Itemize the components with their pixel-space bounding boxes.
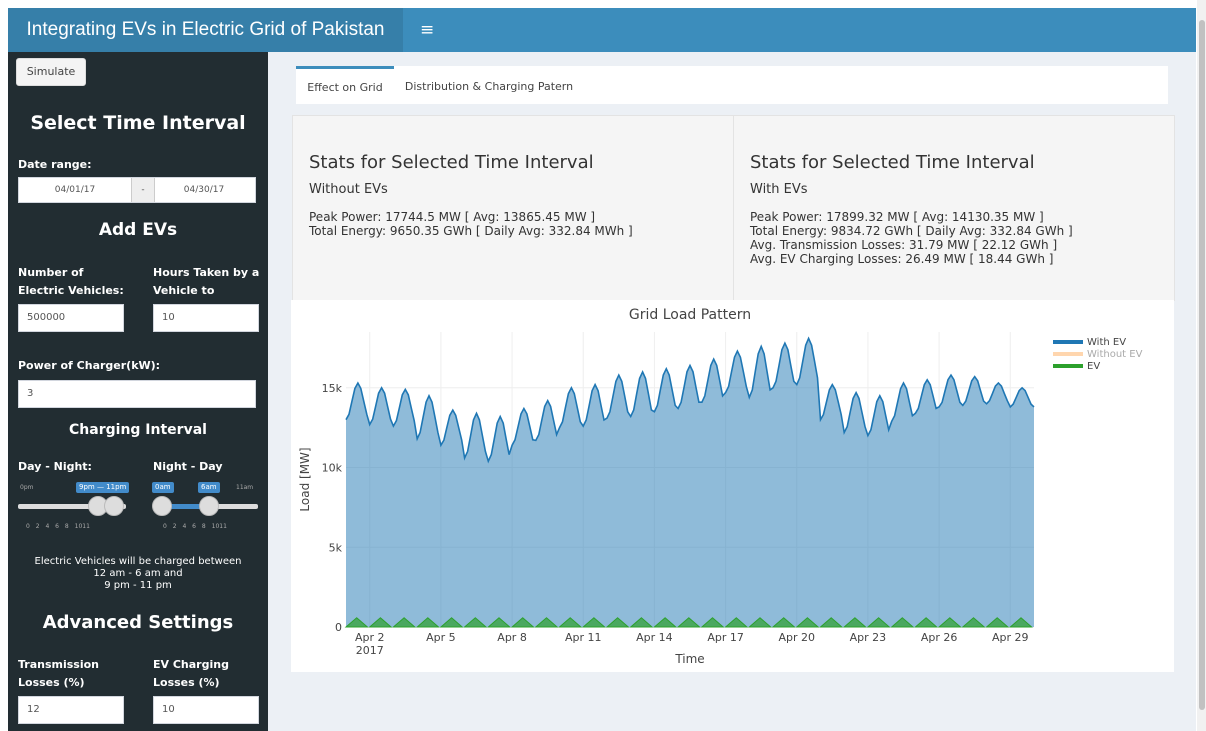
x-tick-label: Apr 29 [992,631,1029,644]
chart-title: Grid Load Pattern [629,307,751,323]
legend-label: EV [1087,361,1100,372]
charging-interval-heading: Charging Interval [69,422,207,438]
dn-slider-handle-to[interactable] [104,496,124,516]
tab-distribution[interactable]: Distribution & Charging Patern [394,66,584,104]
y-tick-label: 5k [329,541,343,554]
num-ev-label: Number of Electric Vehicles: [18,266,124,297]
simulate-button[interactable]: Simulate [16,58,86,86]
trans-loss-input[interactable]: 12 [18,696,124,724]
charging-message-line-2: 12 am - 6 am and [93,568,183,579]
date-range-input: 04/01/17 - 04/30/17 [18,177,256,203]
num-ev-input[interactable]: 500000 [18,304,124,332]
grid-load-chart-panel: Grid Load Pattern 0 5k 10k 15k Apr 2 Apr 5 Apr … [291,300,1174,672]
charging-message-line-3: 9 pm - 11 pm [104,580,172,591]
tab-bar: Effect on Grid Distribution & Charging P… [296,66,1168,104]
stats-without-ev-panel: Stats for Selected Time Interval Without… [292,115,734,301]
y-tick-label: 15k [322,382,343,395]
tab-effect-on-grid[interactable]: Effect on Grid [296,66,394,106]
sidebar: Simulate Select Time Interval Date range… [8,52,268,731]
dn-range-badge: 9pm — 11pm [76,482,130,493]
stats-with-ev-loss: Avg. EV Charging Losses: 26.49 MW [ 18.4… [750,252,1054,266]
x-tick-label: Apr 17 [707,631,744,644]
nd-to-badge: 6am [198,482,220,493]
dn-min-label: 0pm [20,484,34,491]
stats-with-ev-panel: Stats for Selected Time Interval With EV… [733,115,1175,301]
x-tick-label: Apr 14 [636,631,673,644]
night-day-label: Night - Day [153,460,223,473]
y-tick-label: 10k [322,462,343,475]
dn-ticks: 0 2 4 6 8 1011 [26,523,90,530]
stats-without-title: Stats for Selected Time Interval [309,152,594,173]
stats-without-subtitle: Without EVs [309,182,388,197]
charging-message: Electric Vehicles will be charged betwee… [8,556,268,592]
nd-ticks: 0 2 4 6 8 1011 [163,523,227,530]
nd-from-badge: 0am [152,482,174,493]
power-label: Power of Charger(kW): [18,359,161,372]
x-tick-label: Apr 2 [355,631,385,644]
stats-without-peak: Peak Power: 17744.5 MW [ Avg: 13865.45 M… [309,210,596,224]
x-tick-label: Apr 8 [497,631,527,644]
stats-with-subtitle: With EVs [750,182,808,197]
date-range-label: Date range: [18,158,92,171]
x-axis-title: Time [674,652,704,666]
stats-with-title: Stats for Selected Time Interval [750,152,1035,173]
y-tick-label: 0 [335,621,342,634]
add-evs-heading: Add EVs [98,220,178,240]
series-with-ev-area [346,338,1034,627]
main-content: Effect on Grid Distribution & Charging P… [268,52,1196,731]
trans-loss-label: Transmission Losses (%) [18,658,100,689]
nd-max-label: 11am [236,484,254,491]
x-tick-label: Apr 26 [921,631,958,644]
stats-with-energy: Total Energy: 9834.72 GWh [ Daily Avg: 3… [750,224,1073,238]
ev-loss-input[interactable]: 10 [153,696,259,724]
app-title: Integrating EVs in Electric Grid of Paki… [8,8,403,52]
stats-with-trans-loss: Avg. Transmission Losses: 31.79 MW [ 22.… [750,238,1058,252]
hours-input[interactable]: 10 [153,304,259,332]
legend-label: With EV [1087,337,1126,348]
x-tick-label: Apr 20 [778,631,815,644]
x-year-label: 2017 [356,644,384,657]
x-tick-label: Apr 23 [850,631,887,644]
menu-toggle-icon[interactable]: ≡ [420,8,434,52]
select-time-heading: Select Time Interval [30,112,246,134]
x-tick-label: Apr 5 [426,631,456,644]
date-start-input[interactable]: 04/01/17 [19,178,131,202]
stats-with-peak: Peak Power: 17899.32 MW [ Avg: 14130.35 … [750,210,1044,224]
x-tick-label: Apr 11 [565,631,602,644]
y-axis-title: Load [MW] [298,447,312,511]
ev-loss-label: EV Charging Losses (%) [153,658,229,689]
top-navbar: Integrating EVs in Electric Grid of Paki… [8,8,1196,52]
advanced-settings-heading: Advanced Settings [42,612,234,633]
legend-swatch [1053,340,1083,344]
charging-message-line-1: Electric Vehicles will be charged betwee… [34,556,242,567]
power-input[interactable]: 3 [18,380,256,408]
nd-slider-handle-to[interactable] [199,496,219,516]
nd-slider-handle-from[interactable] [152,496,172,516]
legend-label: Without EV [1087,349,1143,360]
stats-without-energy: Total Energy: 9650.35 GWh [ Daily Avg: 3… [309,224,633,238]
date-separator: - [131,178,155,202]
page-scrollbar-thumb[interactable] [1199,20,1205,710]
day-night-label: Day - Night: [18,460,92,473]
date-end-input[interactable]: 04/30/17 [153,178,255,202]
legend-swatch [1053,352,1083,356]
legend-swatch [1053,364,1083,368]
grid-load-chart[interactable]: Grid Load Pattern 0 5k 10k 15k Apr 2 Apr 5 Apr … [291,300,1174,672]
